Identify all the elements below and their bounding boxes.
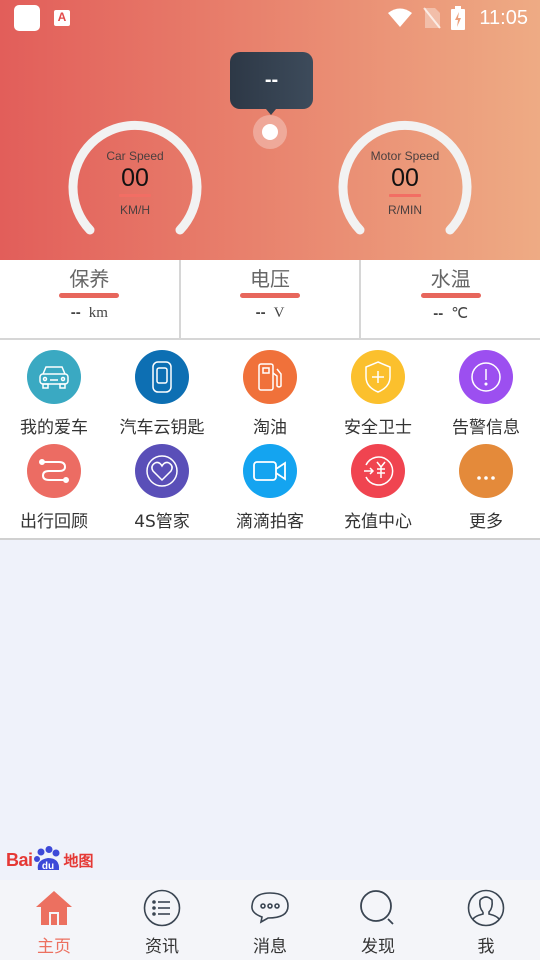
menu-label: 充值中心: [344, 512, 412, 532]
menu-label: 滴滴拍客: [236, 512, 304, 532]
car-speed-gauge: Car Speed 00 KM/H: [67, 120, 203, 240]
status-bar: A 11:05: [0, 0, 540, 36]
stat-value: -- V: [181, 304, 360, 322]
gauge-value: 00: [391, 164, 419, 192]
bottom-navigation: 主页 资讯 消息 发现 我: [0, 880, 540, 960]
nav-label: 发现: [361, 937, 395, 957]
menu-label: 汽车云钥匙: [119, 418, 205, 438]
baidu-logo-suffix: 地图: [63, 851, 94, 870]
stat-unit: km: [88, 305, 108, 321]
menu-label: 告警信息: [452, 418, 520, 438]
nav-label: 资讯: [145, 937, 179, 957]
stat-number: --: [433, 305, 444, 322]
baidu-du-text: du: [41, 861, 53, 872]
battery-charging-icon: [451, 6, 466, 30]
stat-water-temp[interactable]: 水温 -- ℃: [359, 260, 540, 338]
stat-voltage[interactable]: 电压 -- V: [178, 260, 360, 338]
stat-label: 保养: [69, 267, 110, 291]
baidu-paw-icon: du: [33, 846, 60, 872]
baidu-logo-text: Bai: [6, 849, 33, 870]
more-icon: [477, 476, 495, 480]
list-icon: [143, 889, 181, 927]
wifi-icon: [388, 8, 413, 27]
menu-4s-butler[interactable]: 4S管家: [108, 444, 216, 532]
menu-trip-review[interactable]: 出行回顾: [0, 444, 108, 532]
nav-me[interactable]: 我: [432, 880, 540, 960]
recharge-yuan-icon: [364, 456, 394, 486]
nav-label: 消息: [253, 937, 287, 957]
nav-label: 我: [477, 937, 495, 957]
stat-value: -- ℃: [361, 304, 540, 323]
notification-app-a-icon: A: [54, 10, 70, 26]
menu-my-car[interactable]: 我的爱车: [0, 350, 108, 438]
menu-label: 出行回顾: [20, 512, 88, 532]
stat-label: 水温: [430, 267, 471, 291]
menu-recharge-center[interactable]: 充值中心: [324, 444, 432, 532]
menu-more[interactable]: 更多: [432, 444, 540, 532]
menu-label: 我的爱车: [20, 418, 88, 438]
clock: 11:05: [479, 6, 528, 29]
gauge-unit: R/MIN: [388, 203, 422, 217]
notification-app-icon: [14, 5, 40, 31]
stat-underline: [420, 293, 481, 298]
stat-unit: V: [273, 305, 285, 321]
stat-underline: [240, 293, 300, 298]
menu-label: 安全卫士: [344, 418, 412, 438]
menu-car-cloud-key[interactable]: 汽车云钥匙: [108, 350, 216, 438]
route-icon: [39, 459, 69, 483]
stat-number: --: [70, 304, 81, 321]
alert-icon: [471, 362, 501, 392]
video-camera-icon: [253, 461, 286, 481]
home-icon: [36, 891, 72, 925]
no-sim-icon: [423, 7, 442, 29]
nav-home[interactable]: 主页: [0, 880, 108, 960]
menu-label: 更多: [469, 512, 503, 532]
stat-number: --: [255, 304, 266, 321]
shield-plus-icon: [365, 361, 391, 393]
indicator-dot[interactable]: [262, 124, 278, 140]
nav-label: 主页: [37, 937, 71, 957]
menu-safety-guard[interactable]: 安全卫士: [324, 350, 432, 438]
heart-icon: [146, 455, 178, 487]
car-key-icon: [152, 361, 172, 393]
menu-label: 4S管家: [134, 512, 190, 532]
menu-didi-camera[interactable]: 滴滴拍客: [216, 444, 324, 532]
motor-speed-gauge: Motor Speed 00 R/MIN: [337, 120, 473, 240]
nav-news[interactable]: 资讯: [108, 880, 216, 960]
stat-label: 电压: [250, 267, 290, 291]
stat-maintenance[interactable]: 保养 -- km: [0, 260, 179, 338]
nav-discover[interactable]: 发现: [324, 880, 432, 960]
gauge-title: Car Speed: [106, 149, 164, 163]
menu-alerts[interactable]: 告警信息: [432, 350, 540, 438]
gauge-value: 00: [121, 164, 149, 192]
car-icon: [39, 366, 69, 389]
gauge-underline: [119, 194, 151, 197]
fuel-pump-icon: [258, 363, 282, 391]
stat-underline: [59, 293, 120, 298]
menu-fuel[interactable]: 淘油: [216, 350, 324, 438]
stat-unit: ℃: [451, 306, 469, 322]
gauge-underline: [389, 194, 421, 197]
nav-messages[interactable]: 消息: [216, 880, 324, 960]
search-icon: [360, 890, 394, 925]
profile-icon: [467, 889, 505, 927]
stat-value: -- km: [0, 304, 179, 322]
value-tooltip: --: [230, 52, 313, 115]
gauge-unit: KM/H: [120, 203, 150, 217]
vehicle-stats: 保养 -- km 电压 -- V 水温 -- ℃: [0, 260, 540, 340]
gauge-title: Motor Speed: [370, 149, 440, 163]
chat-bubble-icon: [251, 892, 289, 924]
baidu-map-logo: Bai du 地图: [6, 846, 94, 874]
feature-grid: 我的爱车 汽车云钥匙 淘油 安全卫士 告警信息 出行回顾 4S管家 滴滴拍客 充…: [0, 340, 540, 540]
map-view[interactable]: [0, 542, 540, 880]
menu-label: 淘油: [253, 418, 287, 438]
